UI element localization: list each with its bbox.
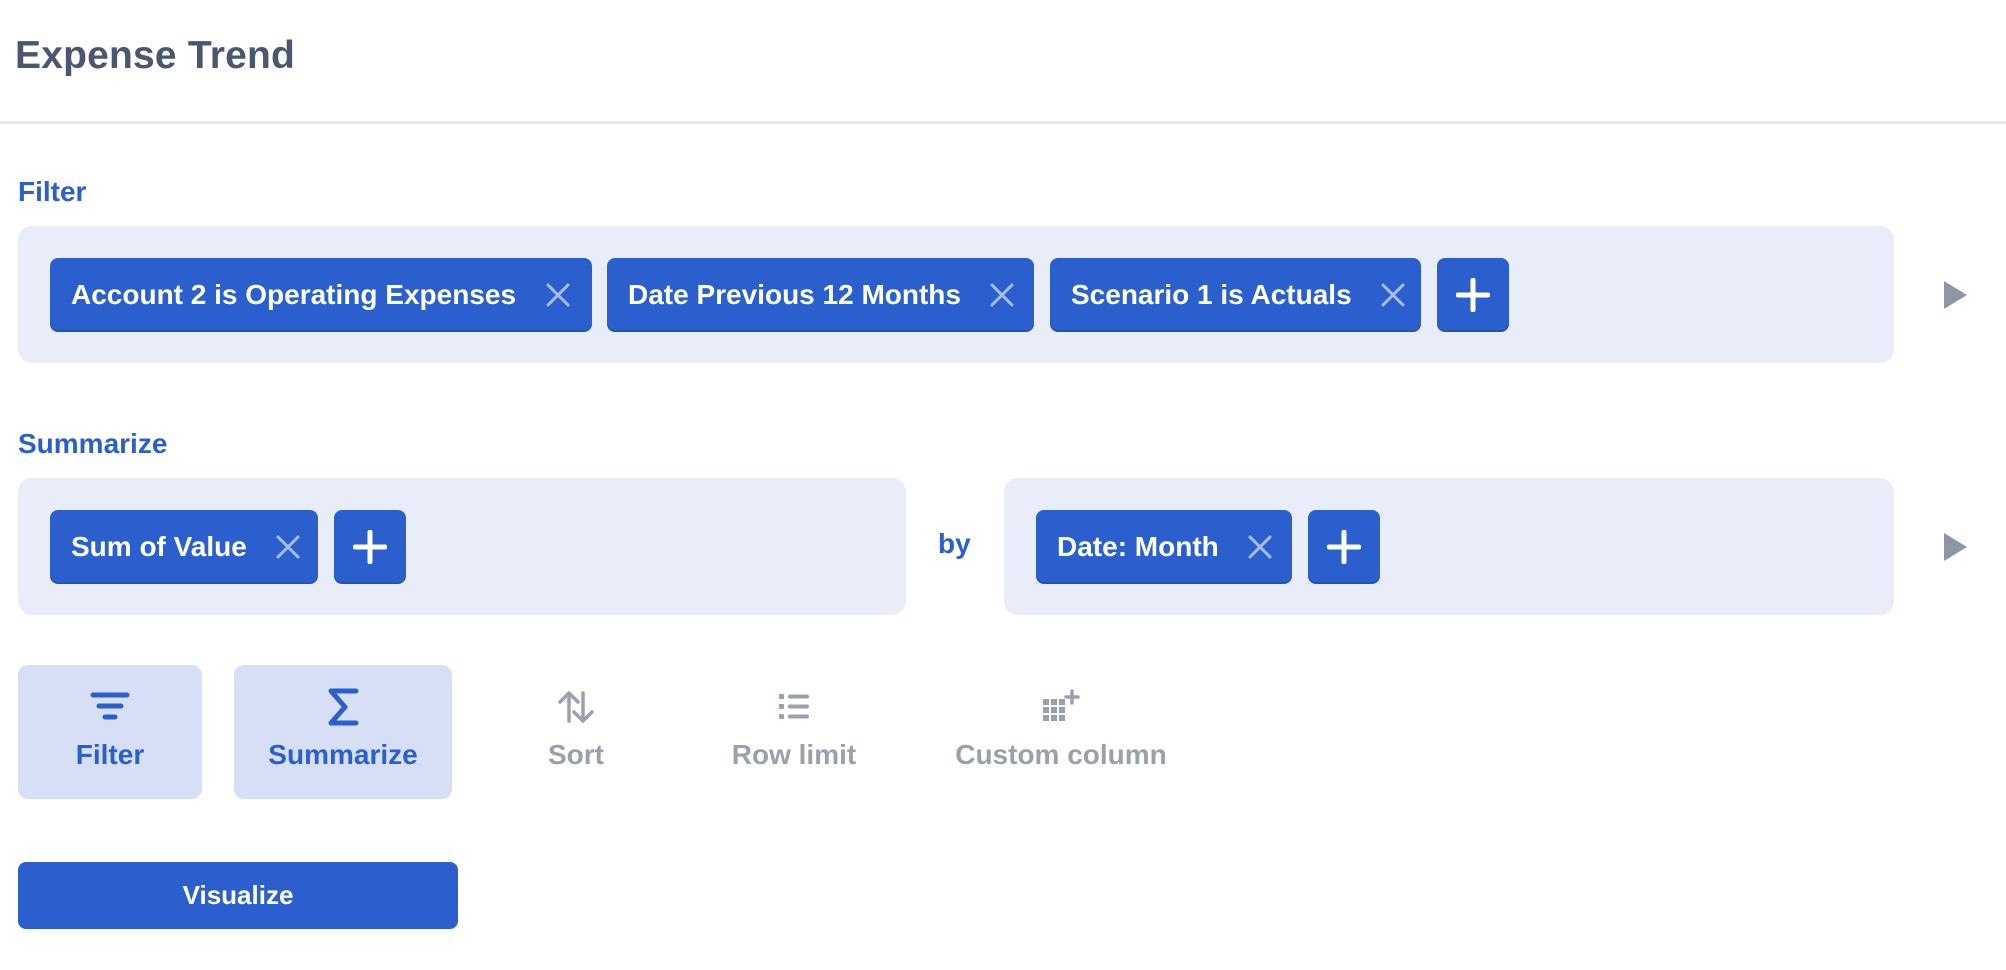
filter-step-button[interactable]: Filter [18, 665, 202, 799]
filter-section-label: Filter [18, 176, 87, 207]
sort-step-label: Sort [548, 739, 604, 770]
custom-column-step-button[interactable]: Custom column [944, 665, 1178, 799]
close-icon[interactable] [1380, 280, 1406, 310]
run-filter-step-play-icon[interactable] [1940, 278, 1970, 312]
close-icon[interactable] [275, 532, 301, 562]
filter-pill[interactable]: Date Previous 12 Months [607, 258, 1034, 332]
row-limit-step-button[interactable]: Row limit [714, 665, 874, 799]
plus-icon [1327, 530, 1361, 564]
list-icon [777, 687, 811, 727]
header: Expense Trend [0, 0, 2006, 124]
summarize-metrics-panel: Sum of Value [18, 478, 906, 615]
filter-pill-label: Date Previous 12 Months [628, 279, 961, 310]
add-grouping-button[interactable] [1308, 510, 1380, 584]
run-summarize-step-play-icon[interactable] [1940, 530, 1970, 564]
grouping-pill-label: Date: Month [1057, 531, 1219, 562]
visualize-button[interactable]: Visualize [18, 862, 458, 929]
sort-step-button[interactable]: Sort [500, 665, 652, 799]
sort-arrows-icon [556, 687, 596, 727]
add-metric-button[interactable] [334, 510, 406, 584]
custom-column-step-label: Custom column [955, 739, 1167, 770]
sigma-icon [327, 687, 359, 727]
summarize-step-button[interactable]: Summarize [234, 665, 452, 799]
plus-icon [1456, 278, 1490, 312]
filter-panel: Account 2 is Operating Expenses Date Pre… [18, 226, 1894, 363]
filter-pill[interactable]: Account 2 is Operating Expenses [50, 258, 592, 332]
row-limit-step-label: Row limit [731, 739, 857, 770]
summarize-step-label: Summarize [268, 739, 418, 770]
filter-icon [90, 687, 130, 727]
metric-pill-label: Sum of Value [71, 531, 247, 562]
add-filter-button[interactable] [1437, 258, 1509, 332]
plus-icon [353, 530, 387, 564]
filter-step-label: Filter [75, 739, 145, 770]
grid-plus-icon [1041, 687, 1081, 727]
by-label: by [938, 528, 971, 559]
filter-pill-label: Scenario 1 is Actuals [1071, 279, 1352, 310]
metric-pill[interactable]: Sum of Value [50, 510, 318, 584]
filter-pill-label: Account 2 is Operating Expenses [71, 279, 517, 310]
summarize-groupings-panel: Date: Month [1004, 478, 1894, 615]
close-icon[interactable] [544, 280, 571, 310]
close-icon[interactable] [1247, 532, 1273, 562]
summarize-section-label: Summarize [18, 428, 168, 459]
close-icon[interactable] [989, 280, 1015, 310]
grouping-pill[interactable]: Date: Month [1036, 510, 1292, 584]
page-title: Expense Trend [15, 34, 296, 77]
filter-pill[interactable]: Scenario 1 is Actuals [1050, 258, 1421, 332]
